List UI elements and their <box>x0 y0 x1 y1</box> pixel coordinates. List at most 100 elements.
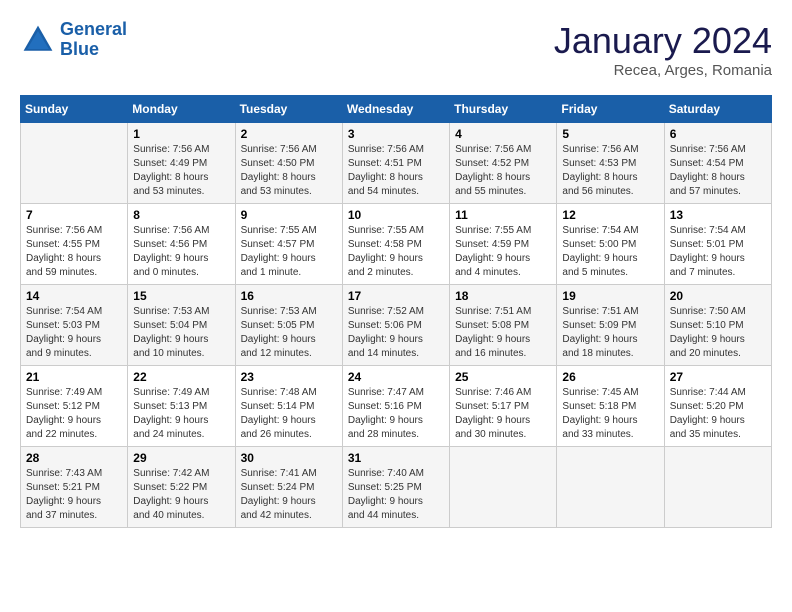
day-info: Sunrise: 7:54 AM Sunset: 5:03 PM Dayligh… <box>26 305 122 361</box>
day-info: Sunrise: 7:56 AM Sunset: 4:55 PM Dayligh… <box>26 224 122 280</box>
calendar-cell: 23 Sunrise: 7:48 AM Sunset: 5:14 PM Dayli… <box>235 366 342 447</box>
calendar-cell <box>664 447 771 528</box>
calendar-cell: 31 Sunrise: 7:40 AM Sunset: 5:25 PM Dayli… <box>342 447 449 528</box>
logo: General Blue <box>20 20 127 60</box>
day-info: Sunrise: 7:40 AM Sunset: 5:25 PM Dayligh… <box>348 467 444 523</box>
day-info: Sunrise: 7:46 AM Sunset: 5:17 PM Dayligh… <box>455 386 551 442</box>
day-number: 31 <box>348 451 444 465</box>
day-info: Sunrise: 7:52 AM Sunset: 5:06 PM Dayligh… <box>348 305 444 361</box>
day-number: 21 <box>26 370 122 384</box>
calendar-cell: 9 Sunrise: 7:55 AM Sunset: 4:57 PM Daylig… <box>235 204 342 285</box>
day-info: Sunrise: 7:42 AM Sunset: 5:22 PM Dayligh… <box>133 467 229 523</box>
day-number: 12 <box>562 208 658 222</box>
day-info: Sunrise: 7:55 AM Sunset: 4:58 PM Dayligh… <box>348 224 444 280</box>
day-info: Sunrise: 7:56 AM Sunset: 4:49 PM Dayligh… <box>133 143 229 199</box>
title-block: January 2024 Recea, Arges, Romania <box>554 20 772 79</box>
day-number: 7 <box>26 208 122 222</box>
calendar-cell: 4Sunrise: 7:56 AM Sunset: 4:52 PM Daylig… <box>450 123 557 204</box>
day-info: Sunrise: 7:44 AM Sunset: 5:20 PM Dayligh… <box>670 386 766 442</box>
calendar-cell: 8 Sunrise: 7:56 AM Sunset: 4:56 PM Daylig… <box>128 204 235 285</box>
day-info: Sunrise: 7:55 AM Sunset: 4:57 PM Dayligh… <box>241 224 337 280</box>
calendar-cell: 24 Sunrise: 7:47 AM Sunset: 5:16 PM Dayli… <box>342 366 449 447</box>
day-number: 20 <box>670 289 766 303</box>
weekday-header-sunday: Sunday <box>21 96 128 123</box>
weekday-header-wednesday: Wednesday <box>342 96 449 123</box>
calendar-cell: 12 Sunrise: 7:54 AM Sunset: 5:00 PM Dayli… <box>557 204 664 285</box>
day-number: 6 <box>670 127 766 141</box>
day-info: Sunrise: 7:49 AM Sunset: 5:12 PM Dayligh… <box>26 386 122 442</box>
day-info: Sunrise: 7:56 AM Sunset: 4:51 PM Dayligh… <box>348 143 444 199</box>
calendar-cell: 2 Sunrise: 7:56 AM Sunset: 4:50 PM Daylig… <box>235 123 342 204</box>
calendar-cell: 11Sunrise: 7:55 AM Sunset: 4:59 PM Dayli… <box>450 204 557 285</box>
week-row-2: 7 Sunrise: 7:56 AM Sunset: 4:55 PM Daylig… <box>21 204 772 285</box>
day-number: 9 <box>241 208 337 222</box>
day-number: 24 <box>348 370 444 384</box>
day-info: Sunrise: 7:53 AM Sunset: 5:04 PM Dayligh… <box>133 305 229 361</box>
day-info: Sunrise: 7:49 AM Sunset: 5:13 PM Dayligh… <box>133 386 229 442</box>
day-number: 29 <box>133 451 229 465</box>
logo-text: General Blue <box>60 20 127 60</box>
day-number: 14 <box>26 289 122 303</box>
day-info: Sunrise: 7:48 AM Sunset: 5:14 PM Dayligh… <box>241 386 337 442</box>
calendar-table: SundayMondayTuesdayWednesdayThursdayFrid… <box>20 95 772 528</box>
day-info: Sunrise: 7:47 AM Sunset: 5:16 PM Dayligh… <box>348 386 444 442</box>
week-row-5: 28Sunrise: 7:43 AM Sunset: 5:21 PM Dayli… <box>21 447 772 528</box>
weekday-header-saturday: Saturday <box>664 96 771 123</box>
day-number: 1 <box>133 127 229 141</box>
calendar-cell: 17 Sunrise: 7:52 AM Sunset: 5:06 PM Dayli… <box>342 285 449 366</box>
day-info: Sunrise: 7:56 AM Sunset: 4:50 PM Dayligh… <box>241 143 337 199</box>
day-info: Sunrise: 7:54 AM Sunset: 5:00 PM Dayligh… <box>562 224 658 280</box>
calendar-cell: 19Sunrise: 7:51 AM Sunset: 5:09 PM Dayli… <box>557 285 664 366</box>
day-number: 2 <box>241 127 337 141</box>
page-header: General Blue January 2024 Recea, Arges, … <box>20 20 772 79</box>
day-info: Sunrise: 7:51 AM Sunset: 5:09 PM Dayligh… <box>562 305 658 361</box>
day-number: 13 <box>670 208 766 222</box>
day-number: 3 <box>348 127 444 141</box>
weekday-header-thursday: Thursday <box>450 96 557 123</box>
day-number: 18 <box>455 289 551 303</box>
weekday-header-monday: Monday <box>128 96 235 123</box>
day-info: Sunrise: 7:43 AM Sunset: 5:21 PM Dayligh… <box>26 467 122 523</box>
day-info: Sunrise: 7:56 AM Sunset: 4:53 PM Dayligh… <box>562 143 658 199</box>
weekday-header-friday: Friday <box>557 96 664 123</box>
day-number: 22 <box>133 370 229 384</box>
week-row-1: 1 Sunrise: 7:56 AM Sunset: 4:49 PM Daylig… <box>21 123 772 204</box>
day-info: Sunrise: 7:53 AM Sunset: 5:05 PM Dayligh… <box>241 305 337 361</box>
day-info: Sunrise: 7:54 AM Sunset: 5:01 PM Dayligh… <box>670 224 766 280</box>
calendar-cell <box>450 447 557 528</box>
calendar-cell: 22 Sunrise: 7:49 AM Sunset: 5:13 PM Dayli… <box>128 366 235 447</box>
day-number: 30 <box>241 451 337 465</box>
day-number: 27 <box>670 370 766 384</box>
calendar-cell: 21 Sunrise: 7:49 AM Sunset: 5:12 PM Dayli… <box>21 366 128 447</box>
day-number: 25 <box>455 370 551 384</box>
weekday-header-tuesday: Tuesday <box>235 96 342 123</box>
day-number: 4 <box>455 127 551 141</box>
calendar-cell <box>21 123 128 204</box>
week-row-3: 14 Sunrise: 7:54 AM Sunset: 5:03 PM Dayli… <box>21 285 772 366</box>
calendar-cell: 13 Sunrise: 7:54 AM Sunset: 5:01 PM Dayli… <box>664 204 771 285</box>
calendar-cell: 15Sunrise: 7:53 AM Sunset: 5:04 PM Dayli… <box>128 285 235 366</box>
day-number: 5 <box>562 127 658 141</box>
day-info: Sunrise: 7:41 AM Sunset: 5:24 PM Dayligh… <box>241 467 337 523</box>
calendar-cell: 18Sunrise: 7:51 AM Sunset: 5:08 PM Dayli… <box>450 285 557 366</box>
day-number: 23 <box>241 370 337 384</box>
day-number: 10 <box>348 208 444 222</box>
calendar-cell: 10 Sunrise: 7:55 AM Sunset: 4:58 PM Dayli… <box>342 204 449 285</box>
logo-icon <box>20 22 56 58</box>
calendar-cell: 5 Sunrise: 7:56 AM Sunset: 4:53 PM Daylig… <box>557 123 664 204</box>
calendar-cell <box>557 447 664 528</box>
day-info: Sunrise: 7:56 AM Sunset: 4:56 PM Dayligh… <box>133 224 229 280</box>
calendar-cell: 28Sunrise: 7:43 AM Sunset: 5:21 PM Dayli… <box>21 447 128 528</box>
calendar-cell: 6 Sunrise: 7:56 AM Sunset: 4:54 PM Daylig… <box>664 123 771 204</box>
day-info: Sunrise: 7:55 AM Sunset: 4:59 PM Dayligh… <box>455 224 551 280</box>
calendar-cell: 27 Sunrise: 7:44 AM Sunset: 5:20 PM Dayli… <box>664 366 771 447</box>
day-number: 16 <box>241 289 337 303</box>
day-info: Sunrise: 7:56 AM Sunset: 4:54 PM Dayligh… <box>670 143 766 199</box>
calendar-cell: 26Sunrise: 7:45 AM Sunset: 5:18 PM Dayli… <box>557 366 664 447</box>
day-number: 8 <box>133 208 229 222</box>
location: Recea, Arges, Romania <box>554 62 772 79</box>
calendar-cell: 7 Sunrise: 7:56 AM Sunset: 4:55 PM Daylig… <box>21 204 128 285</box>
day-number: 17 <box>348 289 444 303</box>
calendar-cell: 16 Sunrise: 7:53 AM Sunset: 5:05 PM Dayli… <box>235 285 342 366</box>
calendar-cell: 14 Sunrise: 7:54 AM Sunset: 5:03 PM Dayli… <box>21 285 128 366</box>
